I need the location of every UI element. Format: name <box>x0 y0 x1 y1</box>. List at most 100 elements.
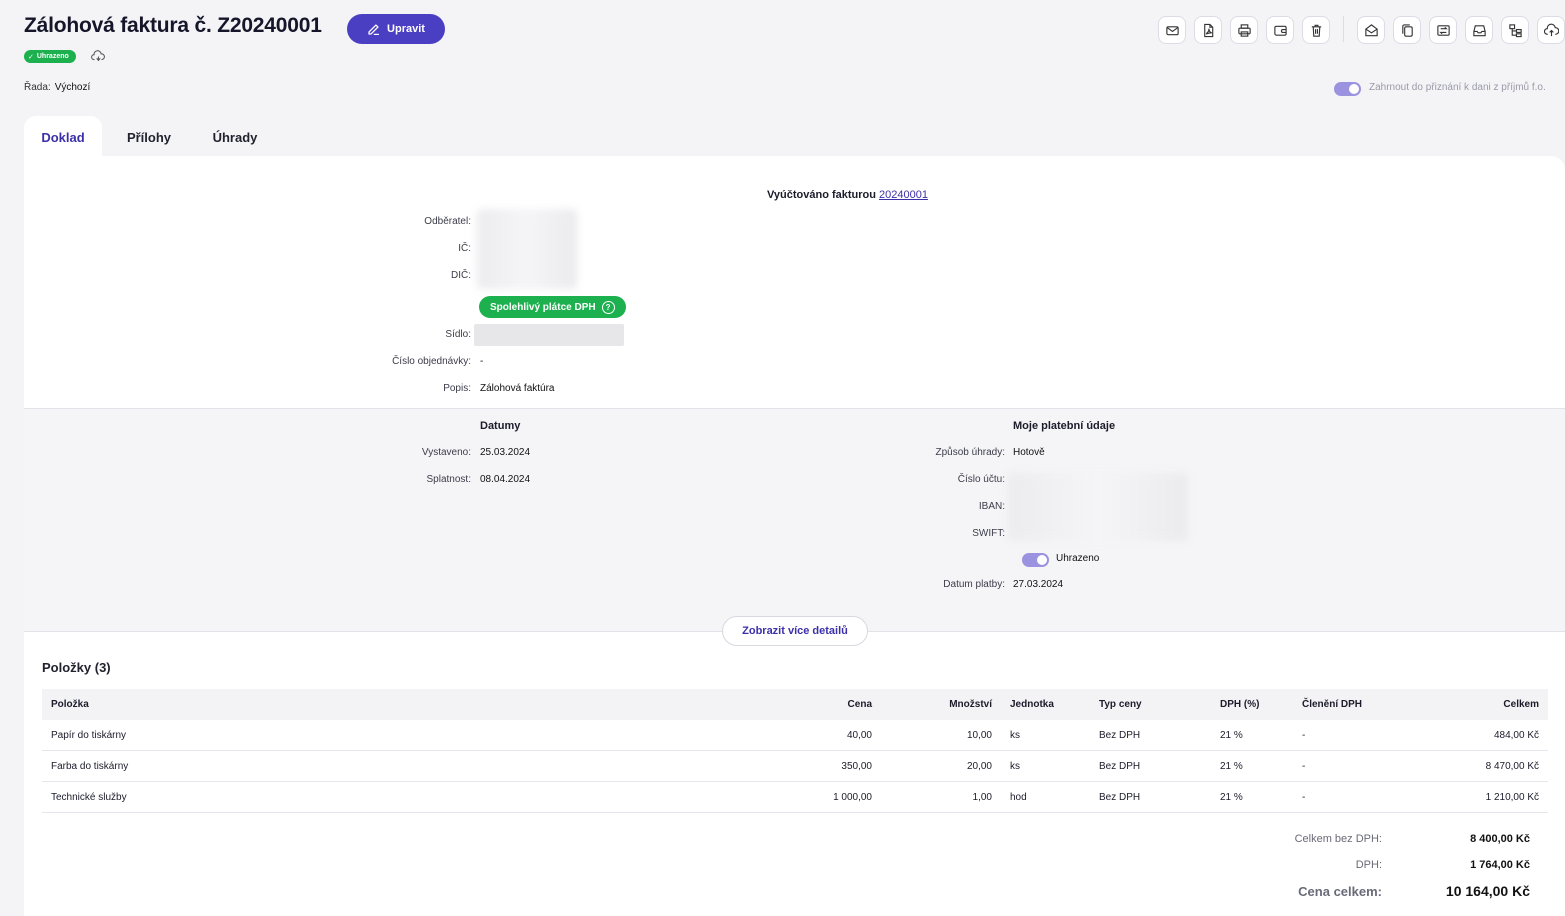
edit-button[interactable]: Upravit <box>347 14 445 44</box>
item-price-cell: 350,00 <box>841 760 872 772</box>
bank-details-redacted <box>1008 473 1188 541</box>
item-quantity-cell: 20,00 <box>966 760 992 772</box>
status-badge-label: Uhrazeno <box>36 53 69 60</box>
wallet-icon <box>1273 25 1287 36</box>
dic-label: DIČ: <box>451 270 471 281</box>
copy-icon <box>1401 23 1413 37</box>
order-number-value: - <box>480 356 484 367</box>
grand-total-value: 10 164,00 Kč <box>1445 883 1530 899</box>
mail-icon <box>1165 25 1179 35</box>
toolbar-divider <box>1343 16 1344 42</box>
exchange-icon <box>1436 24 1450 36</box>
table-row[interactable]: Farba do tiskárny 350,00 20,00 ks Bez DP… <box>42 751 1548 782</box>
trash-icon <box>1311 24 1321 37</box>
description-label: Popis: <box>443 383 471 394</box>
send-email-button[interactable] <box>1158 16 1186 44</box>
item-name-cell: Technické služby <box>51 791 127 803</box>
cloud-sync-icon[interactable] <box>91 50 105 63</box>
column-header-price-type: Typ ceny <box>1099 699 1142 710</box>
due-label: Splatnost: <box>426 474 471 485</box>
item-price-type-cell: Bez DPH <box>1099 760 1141 772</box>
table-row[interactable]: Papír do tiskárny 40,00 10,00 ks Bez DPH… <box>42 720 1548 751</box>
account-number-label: Číslo účtu: <box>957 474 1005 485</box>
item-total-cell: 1 210,00 Kč <box>1485 791 1539 803</box>
cloud-upload-button[interactable] <box>1537 16 1565 44</box>
print-icon <box>1237 23 1251 37</box>
ic-label: IČ: <box>458 243 471 254</box>
series-row: Řada: Výchozí <box>24 82 90 93</box>
grand-total-label: Cena celkem: <box>1298 884 1382 899</box>
item-name-cell: Papír do tiskárny <box>51 729 127 741</box>
open-mail-button[interactable] <box>1357 16 1385 44</box>
show-more-details-button[interactable]: Zobrazit více detailů <box>722 616 868 646</box>
seat-redacted <box>474 324 624 346</box>
item-unit-cell: hod <box>1010 791 1027 803</box>
table-header-row: Položka Cena Množství Jednotka Typ ceny … <box>42 689 1548 720</box>
archive-button[interactable] <box>1465 16 1493 44</box>
column-header-vat-rate: DPH (%) <box>1220 699 1260 710</box>
item-vat-rate-cell: 21 % <box>1220 791 1243 803</box>
archive-icon <box>1472 24 1486 36</box>
reliable-vat-payer-badge: Spolehlivý plátce DPH ? <box>479 296 626 318</box>
issued-value: 25.03.2024 <box>480 447 531 458</box>
item-vat-breakdown-cell: - <box>1302 729 1306 741</box>
item-unit-cell: ks <box>1010 729 1020 741</box>
item-quantity-cell: 10,00 <box>966 729 992 741</box>
issued-label: Vystaveno: <box>421 447 471 458</box>
series-value: Výchozí <box>54 82 91 93</box>
item-vat-breakdown-cell: - <box>1302 791 1306 803</box>
column-header-vat-breakdown: Členění DPH <box>1302 699 1363 710</box>
pencil-icon <box>368 23 380 35</box>
net-total-label: Celkem bez DPH: <box>1294 833 1382 845</box>
tax-return-toggle[interactable] <box>1334 82 1361 96</box>
item-total-cell: 8 470,00 Kč <box>1485 760 1539 772</box>
structure-button[interactable] <box>1501 16 1529 44</box>
open-mail-icon <box>1364 23 1378 36</box>
vat-total-label: DPH: <box>1355 859 1382 871</box>
item-price-cell: 40,00 <box>846 729 872 741</box>
column-header-quantity: Množství <box>949 699 992 710</box>
vat-total-value: 1 764,00 Kč <box>1470 859 1530 871</box>
payment-button[interactable] <box>1266 16 1294 44</box>
item-name-cell: Farba do tiskárny <box>51 760 129 772</box>
item-price-cell: 1 000,00 <box>833 791 872 803</box>
tab-uhrady[interactable]: Úhrady <box>202 116 268 158</box>
copy-button[interactable] <box>1393 16 1421 44</box>
edit-button-label: Upravit <box>387 23 425 35</box>
status-badge: ✓ Uhrazeno <box>24 50 76 63</box>
payment-heading: Moje platební údaje <box>1013 420 1116 432</box>
paid-toggle-label: Uhrazeno <box>1056 553 1100 564</box>
iban-label: IBAN: <box>978 501 1005 512</box>
exchange-button[interactable] <box>1429 16 1457 44</box>
delete-button[interactable] <box>1302 16 1330 44</box>
billed-by-text: Vyúčtováno fakturou <box>767 189 876 201</box>
series-label: Řada: <box>24 82 51 93</box>
customer-redacted <box>477 209 577 289</box>
tab-doklad[interactable]: Doklad <box>24 116 102 158</box>
download-pdf-button[interactable] <box>1194 16 1222 44</box>
due-value: 08.04.2024 <box>480 474 531 485</box>
item-unit-cell: ks <box>1010 760 1020 772</box>
pdf-icon <box>1203 23 1213 37</box>
tax-return-toggle-label: Zahrnout do přiznání k dani z příjmů f.o… <box>1369 82 1546 93</box>
payment-date-label: Datum platby: <box>943 579 1005 590</box>
payment-date-value: 27.03.2024 <box>1013 579 1064 590</box>
item-vat-breakdown-cell: - <box>1302 760 1306 772</box>
help-icon[interactable]: ? <box>601 300 615 314</box>
item-price-type-cell: Bez DPH <box>1099 791 1141 803</box>
item-quantity-cell: 1,00 <box>972 791 992 803</box>
items-heading: Položky (3) <box>42 660 111 675</box>
order-number-label: Číslo objednávky: <box>392 356 471 367</box>
payment-method-value: Hotově <box>1013 447 1045 458</box>
item-vat-rate-cell: 21 % <box>1220 729 1243 741</box>
billed-by-invoice-link[interactable]: 20240001 <box>879 189 928 201</box>
details-band <box>24 408 1565 632</box>
column-header-item: Položka <box>51 699 89 710</box>
paid-toggle[interactable] <box>1022 553 1049 567</box>
dates-heading: Datumy <box>480 420 521 432</box>
tab-prilohy[interactable]: Přílohy <box>116 116 182 158</box>
cloud-sync-icon <box>1543 23 1559 36</box>
item-vat-rate-cell: 21 % <box>1220 760 1243 772</box>
table-row[interactable]: Technické služby 1 000,00 1,00 hod Bez D… <box>42 782 1548 813</box>
print-button[interactable] <box>1230 16 1258 44</box>
